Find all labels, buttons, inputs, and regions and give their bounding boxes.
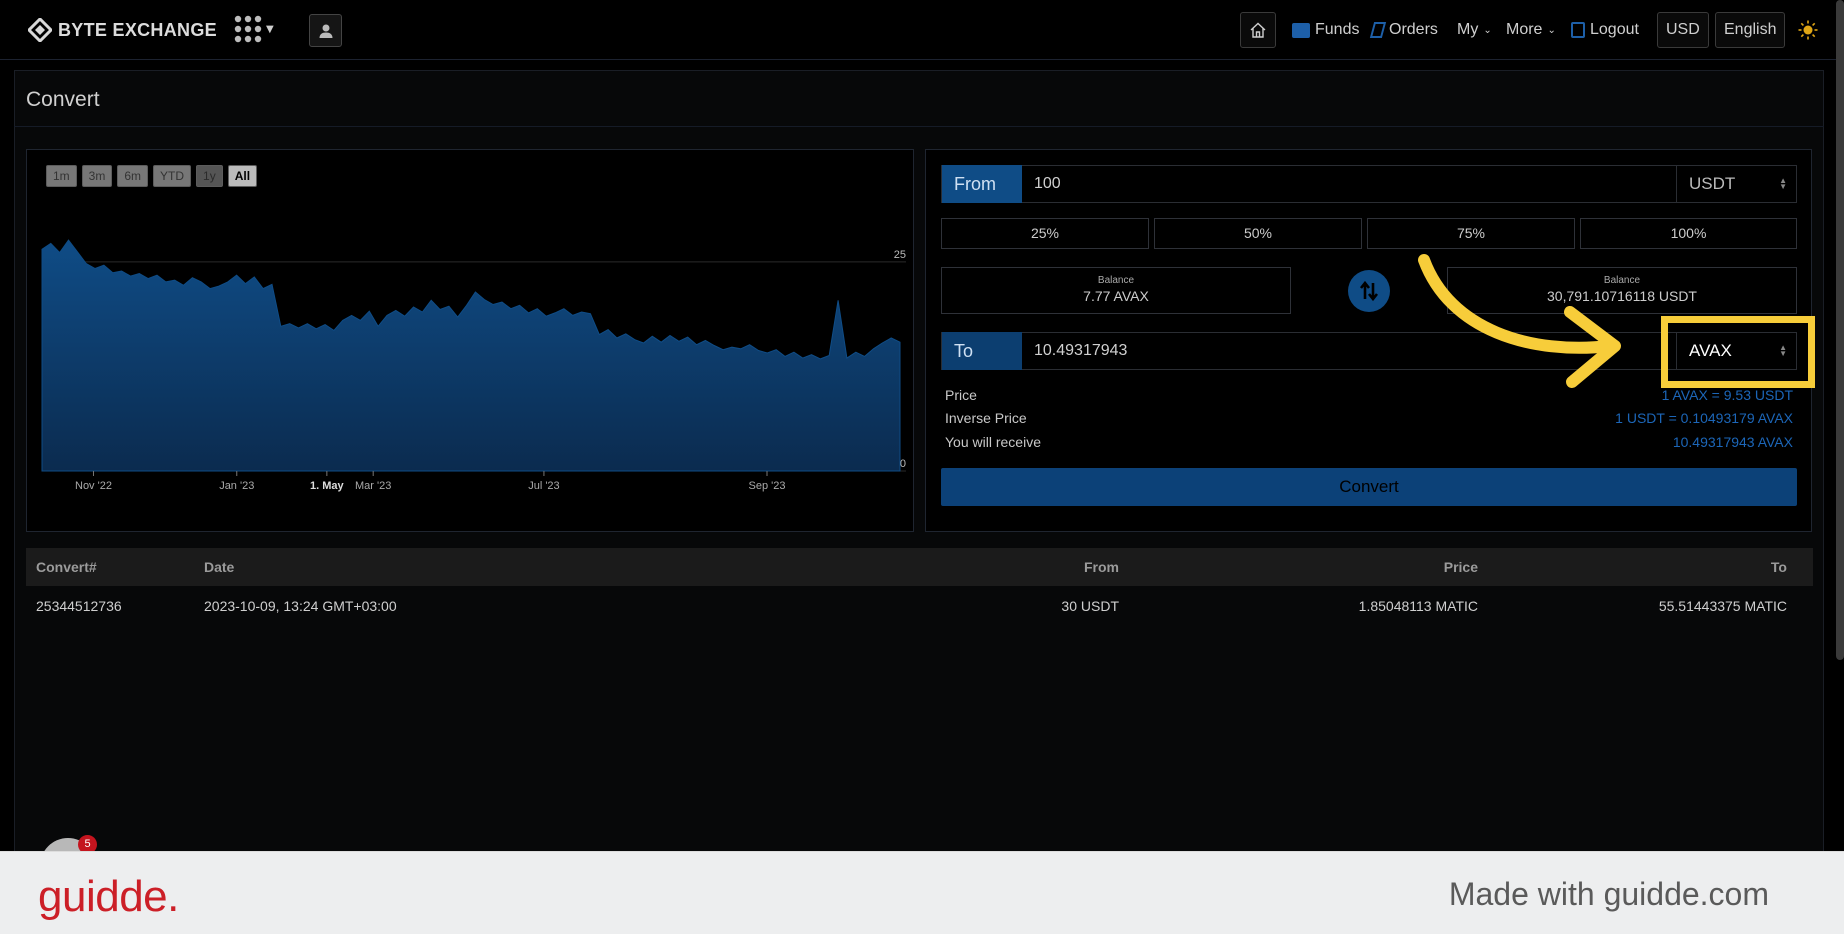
- convert-button[interactable]: Convert: [941, 468, 1797, 506]
- nav-more-dropdown[interactable]: More ⌄: [1506, 12, 1556, 48]
- balance-box-to: Balance 7.77 AVAX: [941, 267, 1291, 314]
- balance-value: 7.77 AVAX: [1083, 288, 1149, 304]
- inverse-price-value: 1 USDT = 0.10493179 AVAX: [1615, 410, 1793, 426]
- range-button-1m[interactable]: 1m: [46, 165, 77, 187]
- column-header-date[interactable]: Date: [204, 559, 854, 575]
- range-button-1y: 1y: [196, 165, 223, 187]
- swap-arrows-icon: [1359, 280, 1379, 302]
- from-row: From 100: [941, 165, 1797, 203]
- receive-label: You will receive: [945, 434, 1041, 450]
- table-row[interactable]: 25344512736 2023-10-09, 13:24 GMT+03:00 …: [26, 586, 1813, 626]
- top-navbar: BYTE EXCHANGE ▼ Funds Orders My ⌄ More ⌄…: [0, 0, 1844, 60]
- home-icon: [1250, 22, 1266, 38]
- cell-to: 55.51443375 MATIC: [1658, 598, 1787, 614]
- page-title: Convert: [26, 88, 100, 111]
- to-label: To: [942, 332, 1022, 370]
- x-tick-label: 1. May: [310, 480, 345, 492]
- percent-button-50[interactable]: 50%: [1154, 218, 1362, 249]
- brand-logo[interactable]: BYTE EXCHANGE: [28, 18, 217, 42]
- column-header-from[interactable]: From: [854, 559, 1119, 575]
- range-button-3m[interactable]: 3m: [81, 165, 113, 187]
- title-bar: [14, 70, 1824, 127]
- y-tick-label: 0: [900, 458, 906, 470]
- grid-icon: [234, 15, 262, 43]
- page-scrollbar[interactable]: [1836, 0, 1844, 660]
- from-label: From: [942, 165, 1022, 203]
- conversion-history-table: Convert# Date From Price To 25344512736 …: [26, 548, 1813, 626]
- from-currency-value: USDT: [1689, 174, 1736, 193]
- logo-icon: [28, 18, 52, 42]
- column-header-convert-id[interactable]: Convert#: [26, 559, 204, 575]
- price-area-chart[interactable]: 0 25 Nov '22 Jan '23 1. May Mar '23 Jul '23 Sep…: [30, 220, 906, 500]
- from-currency-select[interactable]: USDT ▲ ▼: [1676, 165, 1797, 203]
- apps-menu-button[interactable]: ▼: [234, 15, 274, 43]
- range-button-ytd[interactable]: YTD: [153, 165, 192, 187]
- chevron-down-icon: ▼: [266, 23, 274, 35]
- select-arrows-icon: ▲ ▼: [1779, 176, 1787, 191]
- nav-my-dropdown[interactable]: My ⌄: [1457, 12, 1492, 48]
- chevron-down-icon: ⌄: [1547, 24, 1556, 36]
- brand-name: BYTE EXCHANGE: [58, 19, 217, 40]
- column-header-price[interactable]: Price: [1119, 559, 1478, 575]
- currency-selector[interactable]: USD: [1657, 12, 1709, 48]
- language-selector[interactable]: English: [1715, 12, 1786, 48]
- guidde-logo[interactable]: guidde.: [38, 872, 179, 922]
- range-selector: 1m 3m 6m YTD 1y All: [46, 165, 258, 187]
- tutorial-arrow: [1418, 254, 1621, 388]
- x-tick-label: Jan '23: [219, 480, 254, 492]
- orders-icon: [1369, 22, 1387, 38]
- table-header: Convert# Date From Price To: [26, 548, 1813, 586]
- footer-credit: Made with guidde.com: [1448, 876, 1769, 912]
- sun-icon: [1798, 20, 1818, 40]
- percent-button-100[interactable]: 100%: [1580, 218, 1797, 249]
- cell-price: 1.85048113 MATIC: [1358, 598, 1478, 614]
- inverse-price-row: Inverse Price 1 USDT = 0.10493179 AVAX: [945, 410, 1795, 426]
- wallet-icon: [1292, 22, 1310, 38]
- x-tick-label: Sep '23: [749, 480, 786, 492]
- cell-from: 30 USDT: [1061, 598, 1119, 614]
- user-profile-button[interactable]: [309, 14, 342, 47]
- tutorial-highlight-box: [1661, 316, 1815, 388]
- cell-convert-id: 25344512736: [36, 598, 122, 614]
- range-button-6m[interactable]: 6m: [117, 165, 149, 187]
- y-tick-label: 25: [894, 249, 906, 261]
- percent-button-75[interactable]: 75%: [1367, 218, 1575, 249]
- chart-area-series[interactable]: [41, 239, 901, 472]
- percent-button-25[interactable]: 25%: [941, 218, 1149, 249]
- x-tick-label: Jul '23: [528, 480, 559, 492]
- from-amount-input[interactable]: 100: [1022, 175, 1061, 193]
- receive-value: 10.49317943 AVAX: [1672, 434, 1793, 450]
- home-button[interactable]: [1240, 12, 1276, 48]
- range-button-all[interactable]: All: [227, 165, 258, 187]
- nav-orders-link[interactable]: Orders: [1389, 21, 1438, 39]
- guidde-footer: guidde. Made with guidde.com: [0, 851, 1844, 934]
- price-label: Price: [945, 387, 977, 403]
- swap-currencies-button[interactable]: [1348, 270, 1390, 312]
- nav-logout-link[interactable]: Logout: [1590, 21, 1639, 39]
- price-value: 1 AVAX = 9.53 USDT: [1661, 387, 1793, 403]
- column-header-to[interactable]: To: [1478, 559, 1799, 575]
- balance-label: Balance: [1097, 275, 1135, 286]
- x-tick-label: Nov '22: [75, 480, 112, 492]
- inverse-price-label: Inverse Price: [945, 410, 1027, 426]
- nav-more-label: More: [1506, 21, 1543, 38]
- chevron-down-icon: ⌄: [1483, 24, 1492, 36]
- x-tick-label: Mar '23: [355, 480, 391, 492]
- nav-my-label: My: [1457, 21, 1479, 38]
- user-icon: [319, 24, 332, 38]
- cell-date: 2023-10-09, 13:24 GMT+03:00: [204, 598, 397, 614]
- to-amount-output[interactable]: 10.49317943: [1022, 342, 1127, 360]
- nav-funds-link[interactable]: Funds: [1315, 21, 1359, 39]
- receive-row: You will receive 10.49317943 AVAX: [945, 434, 1795, 450]
- logout-icon: [1571, 22, 1585, 38]
- theme-toggle[interactable]: [1798, 12, 1818, 48]
